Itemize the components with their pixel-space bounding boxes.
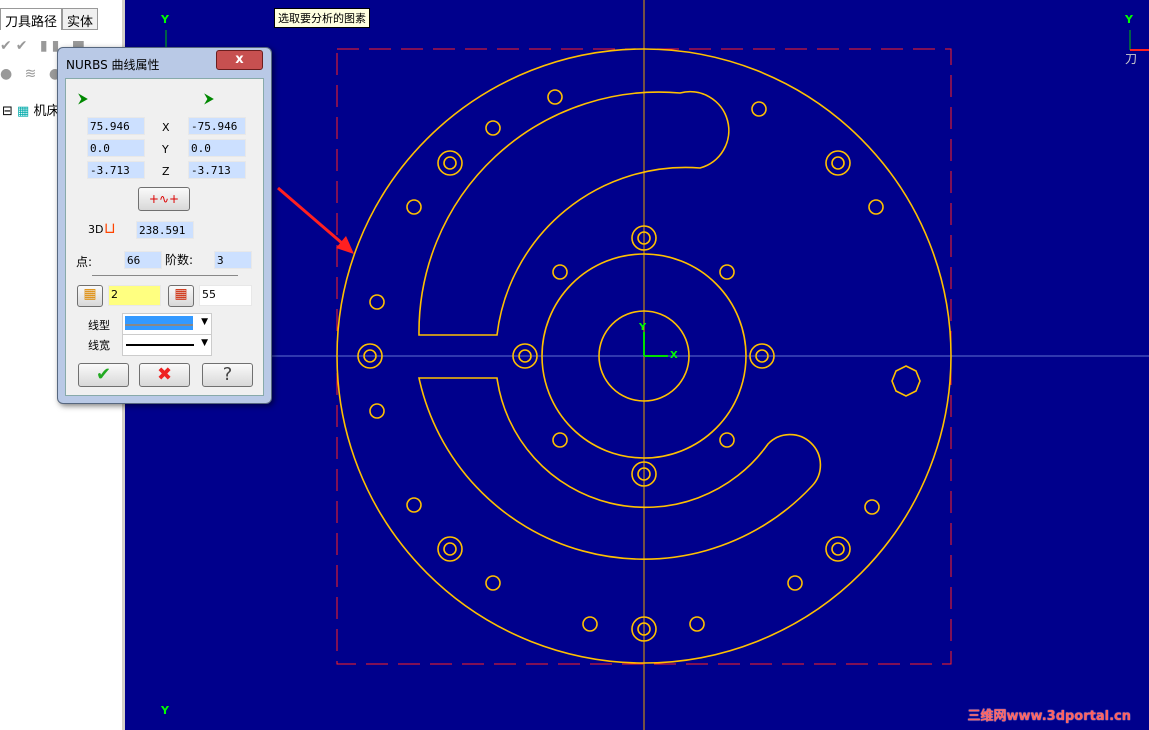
length-label: 3D: [88, 223, 104, 236]
help-button[interactable]: ?: [202, 363, 253, 387]
spline-icon: +∿+: [148, 192, 180, 206]
hole: [751, 101, 767, 117]
hole: [825, 150, 851, 176]
origin-x-label: X: [670, 350, 678, 361]
tab-solids[interactable]: 实体: [62, 8, 99, 30]
hole: [689, 616, 705, 632]
small-holes: [369, 89, 884, 632]
points-field: 66: [124, 251, 162, 269]
chevron-down-icon: ▼: [201, 317, 208, 327]
watermark: 三维网www.3dportal.cn: [967, 709, 1131, 724]
edit-curve-button[interactable]: +∿+: [138, 187, 190, 211]
hole: [719, 264, 735, 280]
crosshair: [125, 0, 1149, 730]
color-palette-icon: ▦: [174, 286, 188, 302]
prompt-tooltip: 选取要分析的图素: [274, 8, 370, 28]
degree-field: 3: [214, 251, 252, 269]
z-label: Z: [162, 165, 170, 178]
color-field[interactable]: 55: [199, 285, 252, 306]
hole: [485, 120, 501, 136]
tree-node-machine[interactable]: ⊟ ▦ 机床: [2, 104, 59, 119]
tool-label: 刀: [1125, 52, 1138, 66]
linewidth-label: 线宽: [88, 339, 110, 352]
view-axis-top-right: [1129, 30, 1149, 51]
end-z-field[interactable]: -3.713: [188, 161, 246, 179]
dialog-title: NURBS 曲线属性: [66, 58, 160, 72]
degree-label: 阶数:: [165, 253, 194, 267]
hole: [864, 499, 880, 515]
y-label: Y: [162, 143, 169, 156]
lower-slot: [418, 377, 822, 560]
origin-y-label: Y: [639, 322, 647, 333]
hole: [369, 403, 385, 419]
start-x-field[interactable]: 75.946: [87, 117, 145, 135]
upper-slot: [418, 90, 730, 336]
divider: [92, 275, 238, 276]
start-y-field[interactable]: 0.0: [87, 139, 145, 157]
start-point-icon: ⮞: [78, 91, 89, 107]
close-button[interactable]: x: [216, 50, 263, 70]
hole: [552, 264, 568, 280]
octagon: [891, 365, 921, 397]
counterbore-holes: [357, 150, 851, 642]
end-x-field[interactable]: -75.946: [188, 117, 246, 135]
hole: [868, 199, 884, 215]
hole: [787, 575, 803, 591]
linewidth-select[interactable]: ▼: [122, 334, 212, 356]
hole: [547, 89, 563, 105]
cancel-button[interactable]: ✖: [139, 363, 190, 387]
hole: [485, 575, 501, 591]
x-icon: ✖: [156, 364, 173, 385]
nurbs-properties-dialog: NURBS 曲线属性 x ⮞ ⮞ 75.946 0.0 -3.713 X Y Z…: [57, 47, 272, 404]
start-z-field[interactable]: -3.713: [87, 161, 145, 179]
end-point-icon: ⮞: [204, 91, 215, 107]
hole: [719, 432, 735, 448]
y-axis-label-right: Y: [1125, 13, 1133, 26]
end-y-field[interactable]: 0.0: [188, 139, 246, 157]
question-icon: ?: [222, 364, 233, 385]
hole: [437, 150, 463, 176]
linetype-label: 线型: [88, 319, 110, 332]
level-button[interactable]: ▦: [77, 285, 103, 307]
hole: [369, 294, 385, 310]
color-button[interactable]: ▦: [168, 285, 194, 307]
hole: [437, 536, 463, 562]
arrow-annotation: [277, 186, 351, 252]
y-axis-label: Y: [161, 13, 169, 26]
level-field[interactable]: 2: [108, 285, 161, 306]
check-icon: ✔: [95, 364, 112, 385]
chevron-down-icon: ▼: [201, 338, 208, 348]
operations-tree: ⊟ ▦ 机床: [2, 100, 59, 119]
manager-tabs: 刀具路径 实体: [0, 8, 99, 30]
ok-button[interactable]: ✔: [78, 363, 129, 387]
tab-toolpaths[interactable]: 刀具路径: [0, 8, 63, 30]
graphics-viewport[interactable]: Y Y Y Y X 刀: [125, 0, 1149, 730]
points-label: 点:: [76, 255, 93, 269]
length-field: 238.591: [136, 221, 194, 239]
hole: [406, 497, 422, 513]
y-axis-label-bottom: Y: [161, 704, 169, 717]
length-icon: ⊔: [104, 219, 116, 237]
hole: [825, 536, 851, 562]
hole: [582, 616, 598, 632]
hole: [406, 199, 422, 215]
origin-axes: [643, 332, 668, 357]
hole: [552, 432, 568, 448]
x-label: X: [162, 121, 170, 134]
linetype-select[interactable]: ▼: [122, 313, 212, 335]
level-icon: ▦: [83, 286, 97, 302]
